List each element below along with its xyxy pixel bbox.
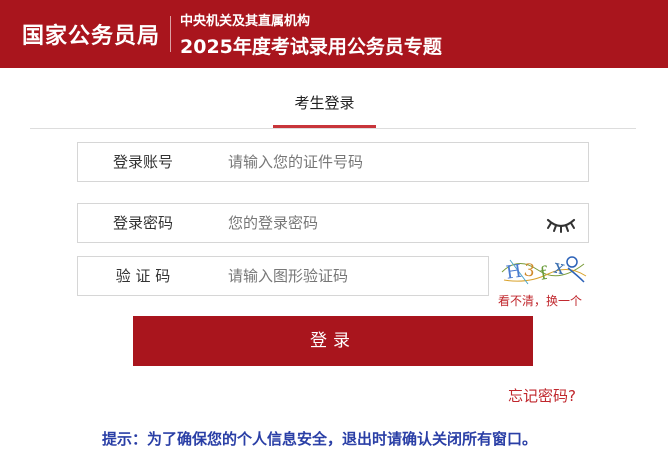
password-input[interactable] — [228, 210, 528, 236]
forgot-password-link[interactable]: 忘记密码? — [508, 385, 576, 406]
captcha-char-1: H — [505, 261, 523, 284]
brand-title: 国家公务员局 — [22, 24, 161, 49]
header-divider — [170, 16, 171, 52]
captcha-image[interactable]: H 3 f x — [498, 250, 588, 288]
header-bar: 国家公务员局 中央机关及其直属机构 2025年度考试录用公务员专题 — [0, 0, 668, 68]
tab-candidate-login[interactable]: 考生登录 — [273, 92, 376, 113]
header-subtitle-top: 中央机关及其直属机构 — [180, 14, 311, 29]
captcha-char-2: 3 — [523, 260, 536, 281]
security-tip: 提示：为了确保您的个人信息安全，退出时请确认关闭所有窗口。 — [102, 430, 538, 448]
login-button[interactable]: 登录 — [133, 316, 533, 366]
captcha-char-4: x — [552, 256, 567, 280]
captcha-input[interactable] — [228, 263, 468, 289]
header-subtitle-main: 2025年度考试录用公务员专题 — [180, 36, 442, 58]
tab-divider — [30, 128, 636, 129]
password-field: 登录密码 — [77, 203, 589, 243]
account-label: 登录账号 — [112, 153, 173, 171]
captcha-label: 验 证 码 — [115, 267, 171, 285]
eye-closed-icon[interactable] — [546, 212, 576, 234]
captcha-refresh-link[interactable]: 看不清，换一个 — [498, 292, 582, 309]
account-input[interactable] — [228, 149, 528, 175]
password-label: 登录密码 — [112, 214, 173, 232]
account-field: 登录账号 — [77, 142, 589, 182]
captcha-field: 验 证 码 — [77, 256, 489, 296]
